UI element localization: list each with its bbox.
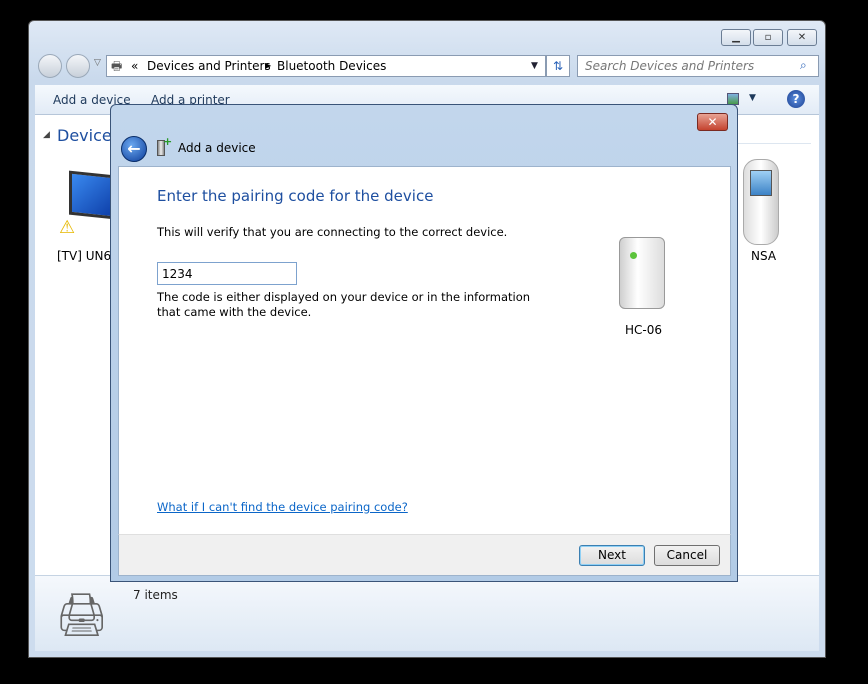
- dialog-footer: Next Cancel: [118, 534, 731, 576]
- dialog-body: Enter the pairing code for the device Th…: [118, 166, 731, 534]
- breadcrumb-devices-printers[interactable]: Devices and Printers: [147, 56, 271, 76]
- maximize-button[interactable]: ▫: [753, 29, 783, 46]
- pairing-code-input[interactable]: [157, 262, 297, 285]
- search-input[interactable]: Search Devices and Printers ⌕: [577, 55, 819, 77]
- collapse-icon[interactable]: ◢: [43, 130, 50, 140]
- refresh-button[interactable]: ⇅: [546, 55, 570, 77]
- dialog-back-button[interactable]: ←: [121, 136, 147, 162]
- recent-pages-icon[interactable]: ▽: [94, 58, 101, 68]
- device-icon: [619, 237, 665, 309]
- details-pane: 🖨 7 items: [35, 575, 819, 651]
- cancel-button[interactable]: Cancel: [654, 545, 720, 566]
- address-overflow[interactable]: «: [131, 56, 138, 76]
- address-bar[interactable]: 🖶 « Devices and Printers ▶ Bluetooth Dev…: [106, 55, 546, 77]
- dialog-heading: Enter the pairing code for the device: [157, 187, 434, 205]
- item-count: 7 items: [133, 588, 178, 602]
- warning-icon: ⚠: [59, 217, 76, 238]
- next-button[interactable]: Next: [579, 545, 645, 566]
- monitor-icon: [69, 170, 115, 220]
- help-icon[interactable]: ?: [787, 90, 805, 108]
- add-device-dialog: ✕ ← + Add a device Enter the pairing cod…: [110, 104, 738, 582]
- back-button[interactable]: [38, 54, 62, 78]
- search-placeholder: Search Devices and Printers: [585, 59, 755, 73]
- dialog-title: Add a device: [178, 141, 256, 155]
- search-icon[interactable]: ⌕: [800, 58, 807, 73]
- printer-icon: 🖶: [111, 59, 123, 73]
- chevron-down-icon[interactable]: ▼: [531, 56, 538, 76]
- hint-text: The code is either displayed on your dev…: [157, 290, 531, 319]
- device-name: HC-06: [625, 323, 663, 337]
- chevron-right-icon[interactable]: ▶: [265, 56, 271, 76]
- device-label-nsa[interactable]: NSA: [751, 249, 776, 263]
- help-link[interactable]: What if I can't find the device pairing …: [157, 500, 408, 514]
- printer-camera-icon: 🖨: [55, 590, 109, 639]
- view-dropdown-icon[interactable]: ▼: [749, 93, 756, 103]
- intro-text: This will verify that you are connecting…: [157, 225, 508, 239]
- phone-icon[interactable]: [743, 159, 779, 245]
- forward-button[interactable]: [66, 54, 90, 78]
- close-button[interactable]: ✕: [787, 29, 817, 46]
- minimize-button[interactable]: ▁: [721, 29, 751, 46]
- breadcrumb-bluetooth[interactable]: Bluetooth Devices: [277, 56, 386, 76]
- dialog-close-button[interactable]: ✕: [697, 113, 728, 131]
- plus-icon: +: [163, 135, 173, 148]
